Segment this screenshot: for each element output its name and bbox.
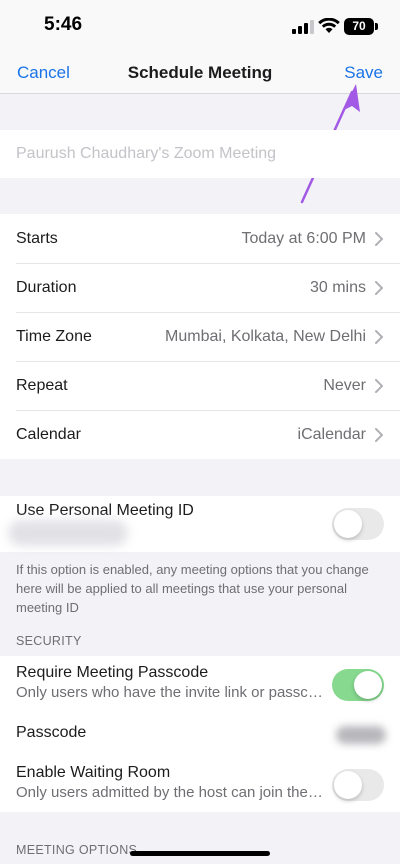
starts-value: Today at 6:00 PM bbox=[241, 229, 366, 247]
pmi-label: Use Personal Meeting ID bbox=[16, 502, 194, 519]
require-passcode-row: Require Meeting Passcode Only users who … bbox=[0, 656, 400, 712]
chevron-right-icon bbox=[375, 231, 383, 246]
chevron-right-icon bbox=[375, 427, 383, 442]
time-zone-value: Mumbai, Kolkata, New Delhi bbox=[165, 327, 366, 345]
security-group: Require Meeting Passcode Only users who … bbox=[0, 656, 400, 812]
chevron-right-icon bbox=[375, 378, 383, 393]
passcode-row[interactable]: Passcode bbox=[0, 712, 400, 756]
require-passcode-toggle[interactable] bbox=[332, 669, 384, 701]
cellular-signal-icon bbox=[292, 20, 314, 34]
starts-row[interactable]: Starts Today at 6:00 PM bbox=[0, 214, 400, 263]
pmi-row: Use Personal Meeting ID bbox=[0, 496, 400, 552]
waiting-room-title: Enable Waiting Room bbox=[16, 764, 171, 781]
repeat-value: Never bbox=[323, 376, 366, 394]
passcode-value-redacted bbox=[336, 726, 386, 744]
waiting-room-toggle[interactable] bbox=[332, 769, 384, 801]
home-indicator bbox=[130, 851, 270, 856]
require-passcode-title: Require Meeting Passcode bbox=[16, 664, 209, 681]
time-zone-row[interactable]: Time Zone Mumbai, Kolkata, New Delhi bbox=[0, 312, 400, 361]
starts-label: Starts bbox=[16, 229, 58, 247]
calendar-label: Calendar bbox=[16, 425, 81, 443]
battery-tip bbox=[375, 23, 378, 30]
schedule-group: Starts Today at 6:00 PM Duration 30 mins… bbox=[0, 214, 400, 459]
pmi-note: If this option is enabled, any meeting o… bbox=[16, 562, 369, 615]
calendar-value: iCalendar bbox=[297, 425, 366, 443]
battery-level: 70 bbox=[352, 19, 366, 33]
pmi-number-redacted bbox=[8, 520, 128, 546]
passcode-label: Passcode bbox=[16, 724, 87, 741]
waiting-room-desc: Only users admitted by the host can join… bbox=[16, 784, 326, 801]
duration-row[interactable]: Duration 30 mins bbox=[0, 263, 400, 312]
meeting-topic-row bbox=[0, 130, 400, 178]
security-header: SECURITY bbox=[16, 634, 82, 648]
waiting-room-row: Enable Waiting Room Only users admitted … bbox=[0, 756, 400, 812]
toggle-knob bbox=[354, 671, 382, 699]
chevron-right-icon bbox=[375, 280, 383, 295]
require-passcode-desc: Only users who have the invite link or p… bbox=[16, 684, 326, 701]
calendar-row[interactable]: Calendar iCalendar bbox=[0, 410, 400, 459]
time-zone-label: Time Zone bbox=[16, 327, 92, 345]
pmi-toggle[interactable] bbox=[332, 508, 384, 540]
cancel-button[interactable]: Cancel bbox=[17, 63, 70, 83]
battery-icon: 70 bbox=[344, 18, 374, 35]
pmi-group: Use Personal Meeting ID bbox=[0, 496, 400, 552]
duration-value: 30 mins bbox=[309, 278, 366, 296]
duration-label: Duration bbox=[16, 278, 77, 296]
toggle-knob bbox=[334, 510, 362, 538]
wifi-icon bbox=[318, 18, 340, 33]
status-time: 5:46 bbox=[44, 14, 83, 35]
meeting-topic-input[interactable] bbox=[16, 130, 376, 178]
meeting-options-header: MEETING OPTIONS bbox=[16, 843, 138, 857]
repeat-label: Repeat bbox=[16, 376, 68, 394]
status-bar: 5:46 70 bbox=[0, 0, 400, 52]
toggle-knob bbox=[334, 771, 362, 799]
repeat-row[interactable]: Repeat Never bbox=[0, 361, 400, 410]
chevron-right-icon bbox=[375, 329, 383, 344]
